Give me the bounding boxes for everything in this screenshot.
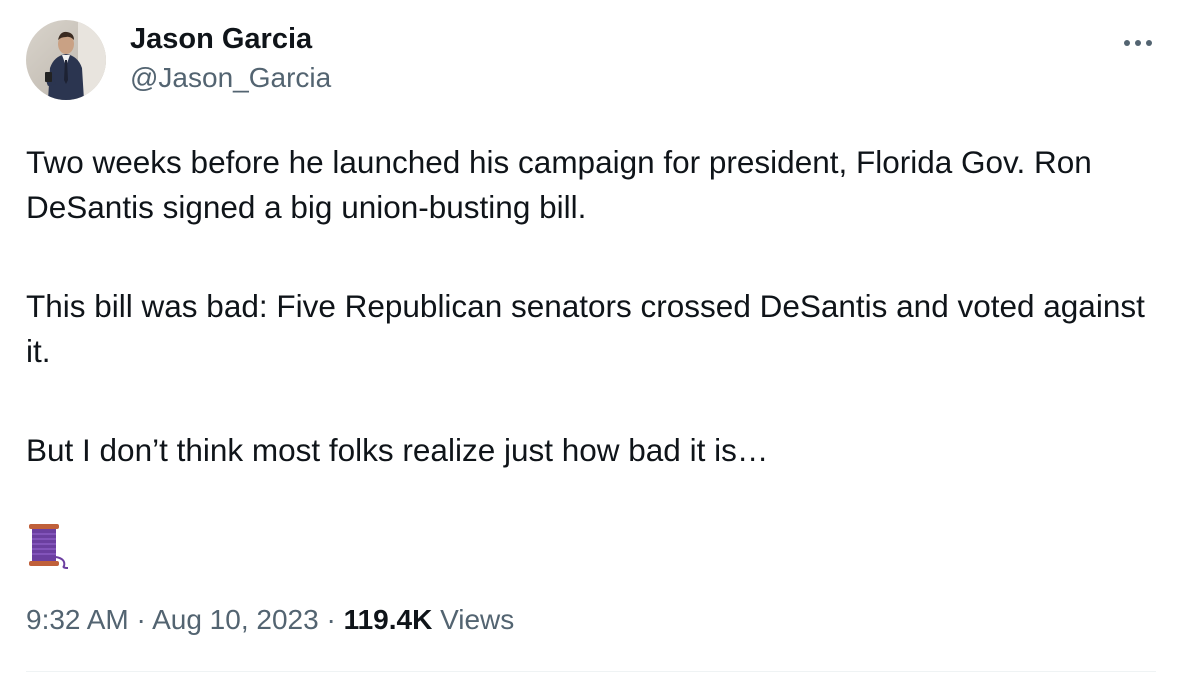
more-options-button[interactable] — [1116, 28, 1160, 58]
author-handle[interactable]: @Jason_Garcia — [130, 58, 331, 98]
tweet-paragraph: Two weeks before he launched his campaig… — [26, 144, 1092, 225]
tweet-header: Jason Garcia @Jason_Garcia — [24, 18, 1160, 104]
views-count: 119.4K — [343, 604, 433, 635]
divider — [26, 671, 1156, 672]
tweet-time[interactable]: 9:32 AM — [26, 604, 129, 635]
tweet-paragraph: This bill was bad: Five Republican senat… — [26, 288, 1145, 369]
more-horizontal-icon — [1124, 40, 1152, 46]
thread-spool-icon — [26, 521, 70, 569]
author-display-name[interactable]: Jason Garcia — [130, 20, 331, 58]
meta-separator: · — [326, 604, 336, 635]
tweet-card: Jason Garcia @Jason_Garcia Two weeks bef… — [0, 0, 1184, 686]
meta-separator: · — [136, 604, 146, 635]
tweet-text: Two weeks before he launched his campaig… — [26, 140, 1156, 473]
author-names: Jason Garcia @Jason_Garcia — [130, 20, 331, 98]
tweet-date[interactable]: Aug 10, 2023 — [152, 604, 319, 635]
views-label: Views — [440, 604, 515, 635]
tweet-meta: 9:32 AM · Aug 10, 2023 · 119.4K Views — [26, 600, 514, 640]
avatar[interactable] — [26, 20, 106, 100]
avatar-photo-icon — [26, 20, 106, 100]
tweet-paragraph: But I don’t think most folks realize jus… — [26, 432, 769, 468]
